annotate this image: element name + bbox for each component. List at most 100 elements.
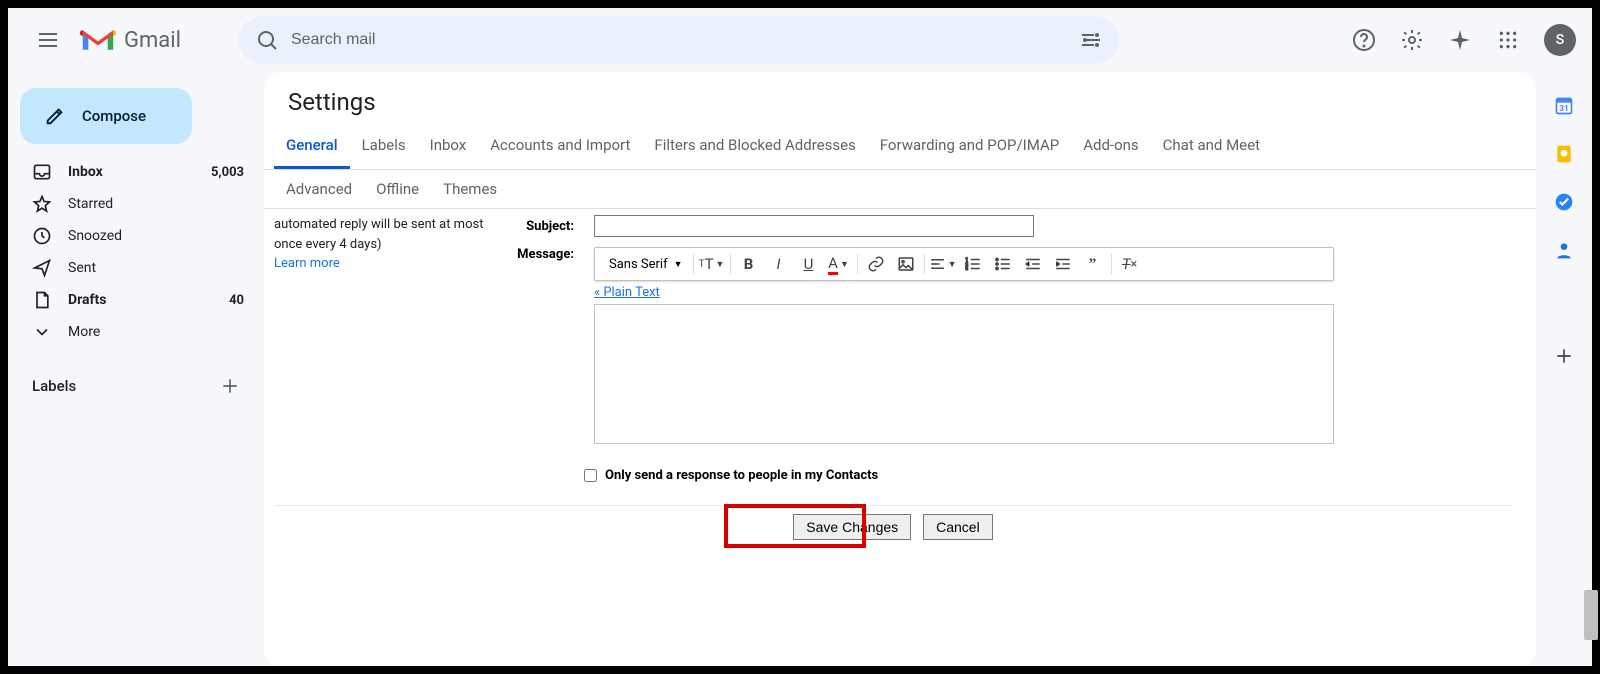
sidebar-item-label: Snoozed [68,228,122,244]
calendar-app-icon[interactable]: 31 [1554,96,1574,116]
help-icon [1352,28,1376,52]
pencil-icon [44,105,66,127]
search-options-icon[interactable] [1079,28,1103,52]
italic-button[interactable]: I [765,250,793,278]
chevron-down-icon [32,322,52,342]
sparkle-icon [1448,28,1472,52]
message-label: Message: [504,247,574,262]
learn-more-link[interactable]: Learn more [274,256,340,271]
sidebar-item-label: Sent [68,260,96,276]
subject-label: Subject: [504,219,574,234]
plus-icon [220,376,240,396]
sidebar-item-starred[interactable]: Starred [8,188,256,220]
editor-toolbar: Sans Serif▼ TT▼ B I U A▼ [594,247,1334,281]
only-contacts-label: Only send a response to people in my Con… [605,468,878,483]
search-input[interactable] [291,31,1067,49]
search-icon [255,28,279,52]
tab-inbox[interactable]: Inbox [418,124,479,169]
settings-footer: Save Changes Cancel [274,506,1512,548]
contacts-app-icon[interactable] [1554,240,1574,260]
only-contacts-row: Only send a response to people in my Con… [584,468,1334,483]
sidebar: Compose Inbox 5,003 Starred Snoozed Sent [8,72,264,666]
add-on-button[interactable] [1554,346,1574,366]
text-color-button[interactable]: A▼ [825,250,853,278]
tab-forwarding[interactable]: Forwarding and POP/IMAP [868,124,1071,169]
labels-header: Labels [8,348,256,400]
align-icon [929,255,946,273]
sidebar-item-snoozed[interactable]: Snoozed [8,220,256,252]
font-family-select[interactable]: Sans Serif▼ [603,257,689,272]
image-icon [897,255,915,273]
labels-title: Labels [32,377,76,395]
header: Gmail S [8,8,1592,72]
plus-icon [1554,345,1574,367]
image-button[interactable] [892,250,920,278]
font-size-button[interactable]: TT▼ [698,250,726,278]
svg-text:3: 3 [965,266,968,272]
gmail-logo[interactable]: Gmail [80,26,181,54]
sidebar-item-sent[interactable]: Sent [8,252,256,284]
vacation-description: automated reply will be sent at most onc… [274,215,504,493]
save-button[interactable]: Save Changes [793,514,911,540]
tab-filters[interactable]: Filters and Blocked Addresses [642,124,867,169]
indent-less-icon [1024,255,1042,273]
main-menu-button[interactable] [24,16,72,64]
cancel-button[interactable]: Cancel [923,514,993,540]
keep-app-icon[interactable] [1554,144,1574,164]
sidebar-item-label: Drafts [68,292,106,308]
send-icon [32,258,52,278]
file-icon [32,290,52,310]
sidebar-item-label: Inbox [68,164,103,180]
numbered-list-button[interactable]: 123 [959,250,987,278]
main-content: Settings General Labels Inbox Accounts a… [264,72,1536,666]
subject-field-row: Subject: [504,215,1512,237]
only-contacts-checkbox[interactable] [584,469,597,482]
gear-icon [1400,28,1424,52]
tab-chat[interactable]: Chat and Meet [1151,124,1272,169]
compose-button[interactable]: Compose [20,88,192,144]
settings-tabs-row2: Advanced Offline Themes [264,170,1536,209]
underline-button[interactable]: U [795,250,823,278]
clock-icon [32,226,52,246]
link-button[interactable] [862,250,890,278]
numbered-list-icon: 123 [964,255,982,273]
bullet-list-button[interactable] [989,250,1017,278]
gemini-button[interactable] [1440,20,1480,60]
add-label-button[interactable] [216,372,244,400]
tab-advanced[interactable]: Advanced [274,170,364,208]
hamburger-icon [36,28,60,52]
apps-button[interactable] [1488,20,1528,60]
tab-offline[interactable]: Offline [364,170,431,208]
tab-general[interactable]: General [274,124,350,169]
bold-button[interactable]: B [735,250,763,278]
vacation-desc-text: automated reply will be sent at most onc… [274,217,483,252]
side-panel: 31 [1536,72,1592,666]
settings-button[interactable] [1392,20,1432,60]
sidebar-item-drafts[interactable]: Drafts 40 [8,284,256,316]
plain-text-link[interactable]: « Plain Text [594,285,1334,300]
sidebar-item-inbox[interactable]: Inbox 5,003 [8,156,256,188]
inbox-icon [32,162,52,182]
tab-accounts[interactable]: Accounts and Import [478,124,642,169]
quote-button[interactable]: ” [1079,250,1107,278]
search-bar[interactable] [239,16,1119,64]
message-editor[interactable] [594,304,1334,444]
tab-themes[interactable]: Themes [431,170,509,208]
support-button[interactable] [1344,20,1384,60]
indent-less-button[interactable] [1019,250,1047,278]
tab-labels[interactable]: Labels [350,124,418,169]
tasks-app-icon[interactable] [1554,192,1574,212]
settings-body: automated reply will be sent at most onc… [264,209,1536,666]
inbox-count: 5,003 [211,165,244,180]
sidebar-item-more[interactable]: More [8,316,256,348]
page-title: Settings [264,72,1536,124]
indent-more-button[interactable] [1049,250,1077,278]
link-icon [867,255,885,273]
remove-format-button[interactable]: T× [1116,250,1144,278]
product-name: Gmail [124,28,181,53]
subject-input[interactable] [594,215,1034,237]
tab-addons[interactable]: Add-ons [1071,124,1150,169]
align-button[interactable]: ▼ [929,250,957,278]
account-avatar[interactable]: S [1544,24,1576,56]
vacation-responder-row: automated reply will be sent at most onc… [274,213,1512,506]
